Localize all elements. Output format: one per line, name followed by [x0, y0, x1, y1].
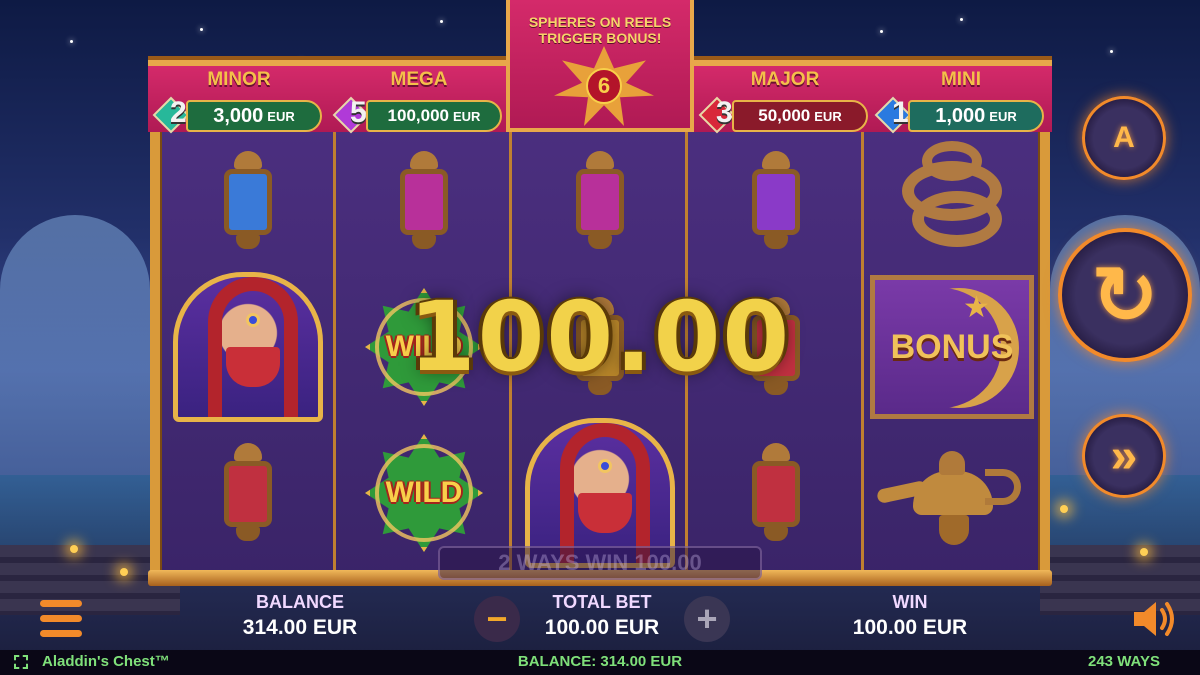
bonus-trigger-banner: SPHERES ON REELS TRIGGER BONUS! 6	[506, 0, 694, 132]
wild-icon: WILD	[365, 434, 483, 552]
jackpot-mini: MINI 1 1,000 EUR	[870, 60, 1052, 134]
ways-win-banner: 2 WAYS WIN 100.00	[438, 546, 762, 580]
lantern-pink-symbol	[342, 129, 506, 273]
total-bet-value: 100.00 EUR	[544, 616, 660, 639]
autoplay-icon: A	[1113, 121, 1135, 154]
autoplay-button[interactable]: A	[1082, 96, 1166, 180]
win-value: 100.00 EUR	[852, 616, 968, 639]
lantern-icon	[220, 443, 276, 543]
lamp-symbol	[870, 421, 1034, 565]
jackpot-name: MINI	[940, 69, 982, 90]
win-amount-overlay: 100.00	[408, 281, 792, 393]
star-burst-icon: 6	[554, 46, 654, 126]
trigger-text-line2: TRIGGER BONUS!	[538, 30, 662, 46]
sound-button[interactable]	[1132, 598, 1178, 640]
ways-count: 243 WAYS	[1088, 653, 1160, 670]
snake-icon	[892, 141, 1012, 261]
lantern-blue-symbol	[166, 129, 330, 273]
magic-lamp-icon	[876, 433, 1027, 553]
jackpot-value: 1,000 EUR	[908, 100, 1044, 132]
lantern-red-symbol	[694, 421, 858, 565]
lantern-icon	[748, 443, 804, 543]
menu-button[interactable]	[40, 600, 82, 638]
jackpot-name: MINOR	[207, 69, 271, 90]
trigger-text-line1: SPHERES ON REELS	[528, 14, 672, 30]
jackpot-count: 3	[716, 96, 733, 129]
spin-button[interactable]: ↻	[1058, 228, 1192, 362]
lantern-icon	[396, 151, 452, 251]
lantern-icon	[220, 151, 276, 251]
hamburger-icon	[40, 600, 82, 638]
status-bar: Aladdin's Chest™ BALANCE: 314.00 EUR 243…	[0, 650, 1200, 675]
woman-symbol	[166, 272, 330, 422]
turbo-button[interactable]: »	[1082, 414, 1166, 498]
wild-symbol: WILD	[342, 421, 506, 565]
jackpot-count: 5	[350, 96, 367, 129]
reel-column: ★ BONUS	[864, 125, 1040, 583]
lantern-purple-symbol	[694, 129, 858, 273]
lantern-red-symbol	[166, 421, 330, 565]
fast-forward-icon: »	[1110, 429, 1138, 483]
veiled-woman-icon	[173, 272, 323, 422]
increase-bet-button[interactable]: +	[684, 596, 730, 642]
lantern-icon	[748, 151, 804, 251]
speaker-icon	[1134, 602, 1174, 636]
jackpot-name: MAJOR	[750, 69, 820, 90]
jackpot-value: 50,000 EUR	[732, 100, 868, 132]
bonus-crescent-icon: ★ BONUS	[870, 275, 1034, 419]
bonus-symbol: ★ BONUS	[870, 275, 1034, 419]
jackpot-value: 100,000 EUR	[366, 100, 502, 132]
bottom-balance: BALANCE: 314.00 EUR	[517, 653, 683, 670]
win-label: WIN	[892, 592, 928, 612]
snake-symbol	[870, 129, 1034, 273]
balance-label: BALANCE	[256, 592, 344, 612]
jackpot-mega: MEGA 5 100,000 EUR	[328, 60, 510, 134]
jackpot-minor: MINOR 2 3,000 EUR	[148, 60, 330, 134]
balance-value: 314.00 EUR	[242, 616, 358, 639]
reel-column	[160, 125, 336, 583]
total-bet-label: TOTAL BET	[552, 592, 652, 612]
lantern-icon	[572, 151, 628, 251]
plus-icon: +	[696, 598, 718, 639]
lantern-pink-symbol	[518, 129, 682, 273]
jackpot-name: MEGA	[390, 69, 448, 90]
jackpot-count: 2	[170, 96, 187, 129]
jackpot-count: 1	[892, 96, 909, 129]
jackpot-value: 3,000 EUR	[186, 100, 322, 132]
trigger-count: 6	[586, 68, 622, 104]
spin-icon: ↻	[1091, 250, 1159, 340]
jackpot-major: MAJOR 3 50,000 EUR	[694, 60, 876, 134]
woman-symbol	[518, 418, 682, 568]
